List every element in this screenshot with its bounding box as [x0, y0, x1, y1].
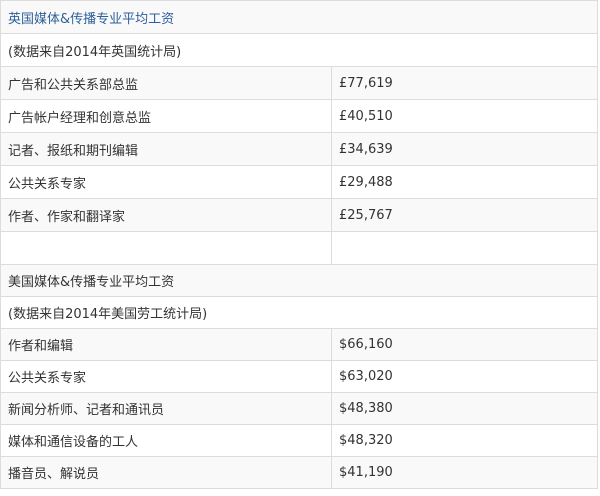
table-row: 公共关系专家 $63,020 [0, 360, 599, 393]
job-title-cell: 广告帐户经理和创意总监 [0, 99, 332, 133]
salary-cell: £77,619 [330, 66, 599, 100]
job-title-cell: 媒体和通信设备的工人 [0, 424, 332, 457]
salary-cell: $41,190 [330, 456, 599, 489]
salary-cell: $48,380 [330, 392, 599, 425]
job-title-cell: 广告和公共关系部总监 [0, 66, 332, 100]
us-data-source: (数据来自2014年美国劳工统计局) [0, 296, 599, 329]
salary-cell: £25,767 [330, 198, 599, 232]
job-title-cell: 作者、作家和翻译家 [0, 198, 332, 232]
salary-cell: $66,160 [330, 328, 599, 361]
us-section-title: 美国媒体&传播专业平均工资 [0, 264, 599, 297]
salary-cell: £40,510 [330, 99, 599, 133]
job-title-cell: 公共关系专家 [0, 165, 332, 199]
empty-cell [330, 231, 599, 265]
table-row: 记者、报纸和期刊编辑 £34,639 [0, 132, 599, 166]
job-title-cell: 记者、报纸和期刊编辑 [0, 132, 332, 166]
spacer-row [0, 231, 599, 265]
table-row: 新闻分析师、记者和通讯员 $48,380 [0, 392, 599, 425]
uk-section-title: 英国媒体&传播专业平均工资 [0, 0, 599, 34]
empty-cell [0, 231, 332, 265]
table-row: 播音员、解说员 $41,190 [0, 456, 599, 489]
table-row: 公共关系专家 £29,488 [0, 165, 599, 199]
table-row: 广告帐户经理和创意总监 £40,510 [0, 99, 599, 133]
job-title-cell: 新闻分析师、记者和通讯员 [0, 392, 332, 425]
job-title-cell: 公共关系专家 [0, 360, 332, 393]
us-source-row: (数据来自2014年美国劳工统计局) [0, 296, 599, 329]
table-row: 媒体和通信设备的工人 $48,320 [0, 424, 599, 457]
table-row: 作者、作家和翻译家 £25,767 [0, 198, 599, 232]
uk-data-source: (数据来自2014年英国统计局) [0, 33, 599, 67]
uk-source-row: (数据来自2014年英国统计局) [0, 33, 599, 67]
uk-title-row: 英国媒体&传播专业平均工资 [0, 0, 599, 34]
table-row: 广告和公共关系部总监 £77,619 [0, 66, 599, 100]
us-title-row: 美国媒体&传播专业平均工资 [0, 264, 599, 297]
table-row: 作者和编辑 $66,160 [0, 328, 599, 361]
salary-cell: $63,020 [330, 360, 599, 393]
salary-cell: £34,639 [330, 132, 599, 166]
job-title-cell: 播音员、解说员 [0, 456, 332, 489]
salary-table: 英国媒体&传播专业平均工资 (数据来自2014年英国统计局) 广告和公共关系部总… [0, 0, 599, 489]
salary-cell: $48,320 [330, 424, 599, 457]
job-title-cell: 作者和编辑 [0, 328, 332, 361]
salary-cell: £29,488 [330, 165, 599, 199]
